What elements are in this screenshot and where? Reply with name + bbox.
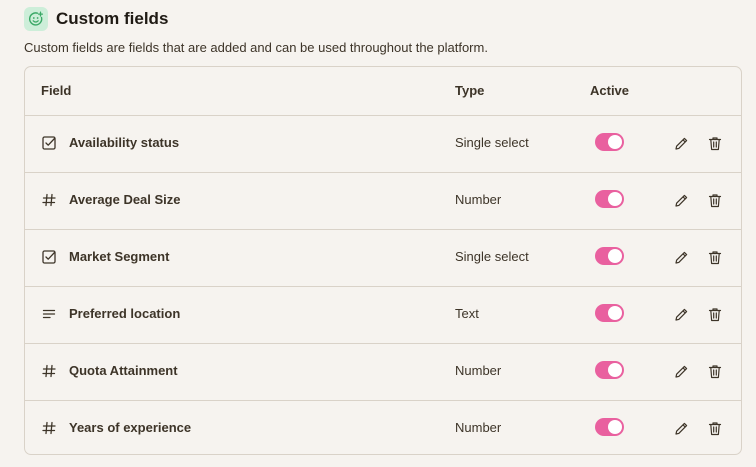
pencil-icon[interactable] [672, 134, 690, 152]
trash-icon[interactable] [706, 362, 724, 380]
active-toggle[interactable] [595, 190, 624, 208]
toggle-knob [608, 135, 622, 149]
toggle-knob [608, 420, 622, 434]
page-header: Custom fields [24, 7, 168, 31]
field-name: Average Deal Size [69, 192, 181, 207]
pencil-icon[interactable] [672, 248, 690, 266]
toggle-knob [608, 363, 622, 377]
toggle-knob [608, 306, 622, 320]
checkbox-icon [41, 135, 57, 151]
trash-icon[interactable] [706, 248, 724, 266]
table-row: Market Segment Single select [25, 229, 741, 287]
field-type: Single select [455, 249, 529, 264]
table-row: Preferred location Text [25, 286, 741, 344]
hash-icon [41, 192, 57, 208]
pencil-icon[interactable] [672, 191, 690, 209]
active-toggle[interactable] [595, 247, 624, 265]
field-type: Number [455, 192, 502, 207]
field-name: Market Segment [69, 249, 170, 264]
field-name: Availability status [69, 135, 180, 150]
field-name: Quota Attainment [69, 363, 178, 378]
table-row: Quota Attainment Number [25, 343, 741, 401]
field-type: Number [455, 363, 502, 378]
trash-icon[interactable] [706, 419, 724, 437]
active-toggle[interactable] [595, 361, 624, 379]
field-type: Text [455, 306, 479, 321]
pencil-icon[interactable] [672, 419, 690, 437]
table-header: Field Type Active [25, 67, 741, 116]
table-row: Availability status Single select [25, 115, 741, 173]
hash-icon [41, 420, 57, 436]
pencil-icon[interactable] [672, 305, 690, 323]
text-lines-icon [41, 306, 57, 322]
column-header-active: Active [590, 83, 630, 98]
table-row: Years of experience Number [25, 400, 741, 454]
page-title: Custom fields [56, 9, 169, 28]
active-toggle[interactable] [595, 418, 624, 436]
field-type: Number [455, 420, 502, 435]
toggle-knob [608, 249, 622, 263]
field-name: Preferred location [69, 306, 181, 321]
active-toggle[interactable] [595, 133, 624, 151]
pencil-icon[interactable] [672, 362, 690, 380]
hash-icon [41, 363, 57, 379]
active-toggle[interactable] [595, 304, 624, 322]
trash-icon[interactable] [706, 134, 724, 152]
column-header-type: Type [455, 83, 485, 98]
checkbox-icon [41, 249, 57, 265]
trash-icon[interactable] [706, 191, 724, 209]
field-type: Single select [455, 135, 529, 150]
custom-fields-table: Field Type Active Availability status Si… [24, 66, 742, 455]
table-row: Average Deal Size Number [25, 172, 741, 230]
toggle-knob [608, 192, 622, 206]
column-header-field: Field [41, 83, 72, 98]
trash-icon[interactable] [706, 305, 724, 323]
smiley-plus-icon [24, 7, 48, 31]
page-description: Custom fields are fields that are added … [24, 40, 488, 55]
field-name: Years of experience [69, 420, 192, 435]
